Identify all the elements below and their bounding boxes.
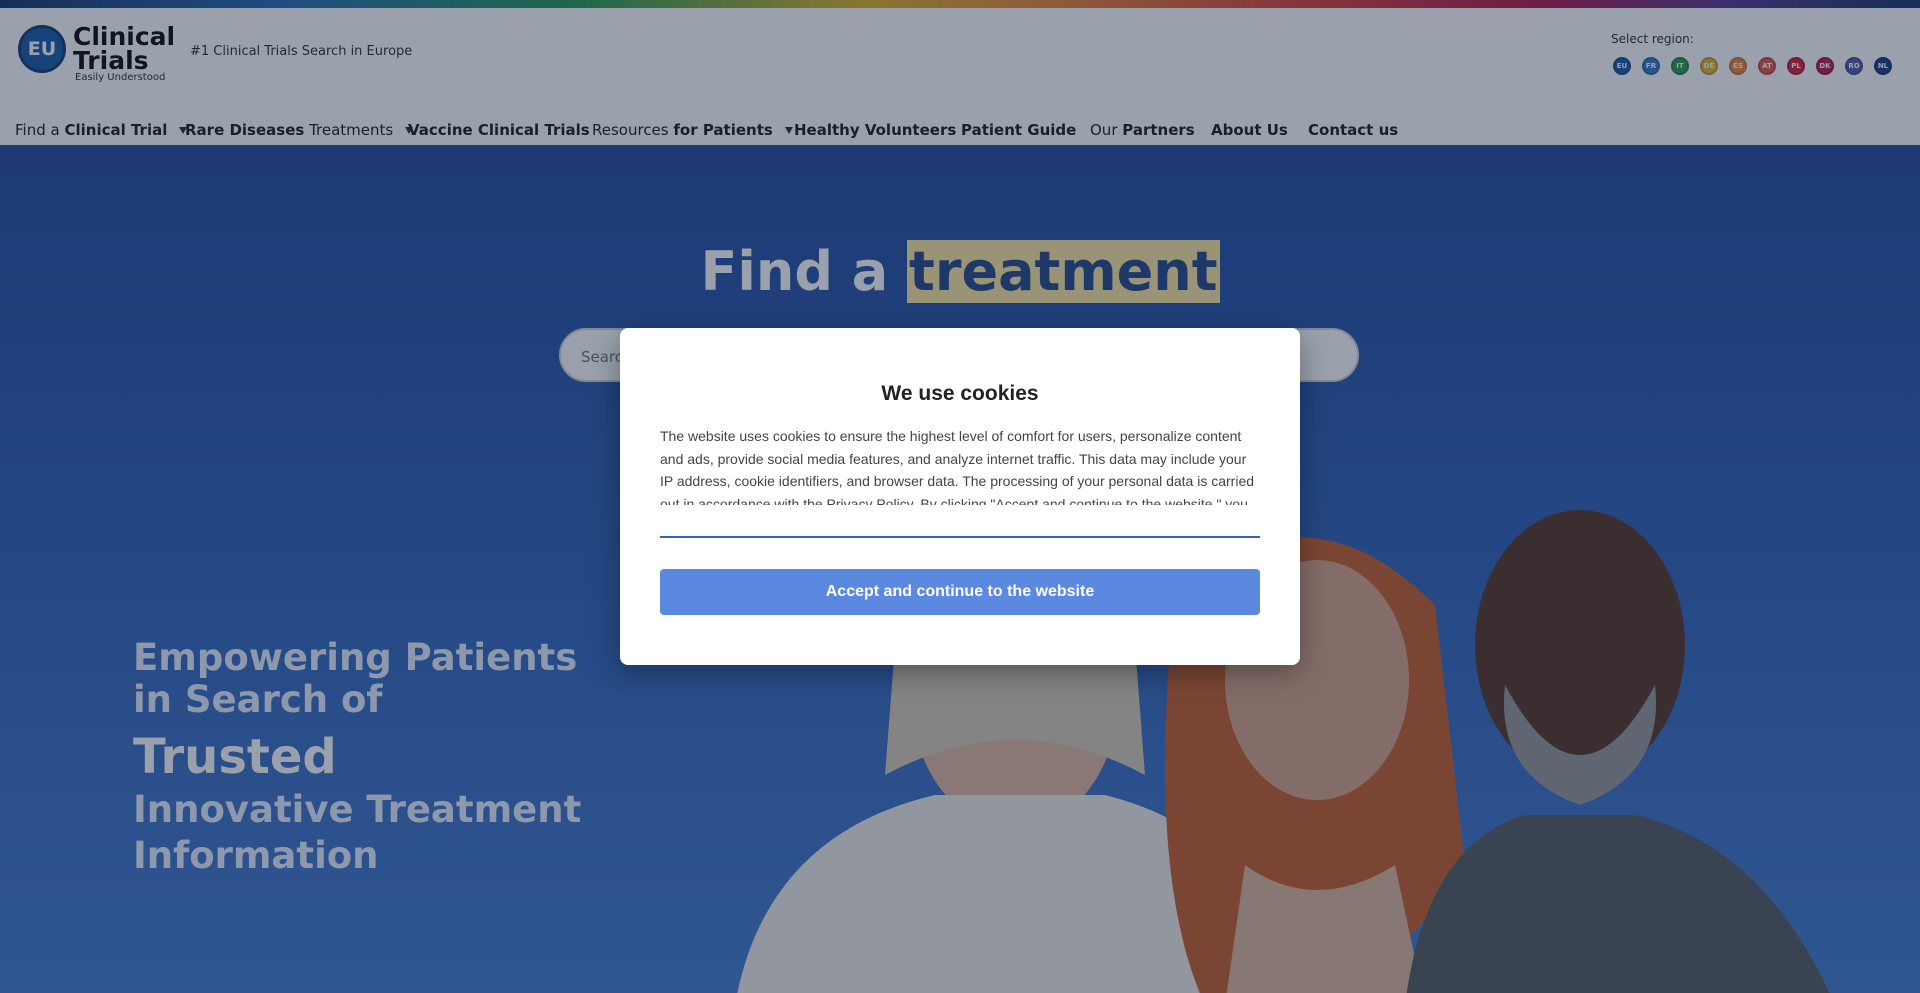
cookie-modal-body[interactable]: The website uses cookies to ensure the h… [660,425,1260,505]
cookie-modal-divider [660,536,1260,538]
accept-cookies-button[interactable]: Accept and continue to the website [660,569,1260,615]
cookie-consent-modal: We use cookies The website uses cookies … [620,328,1300,665]
cookie-modal-title: We use cookies [881,382,1039,405]
